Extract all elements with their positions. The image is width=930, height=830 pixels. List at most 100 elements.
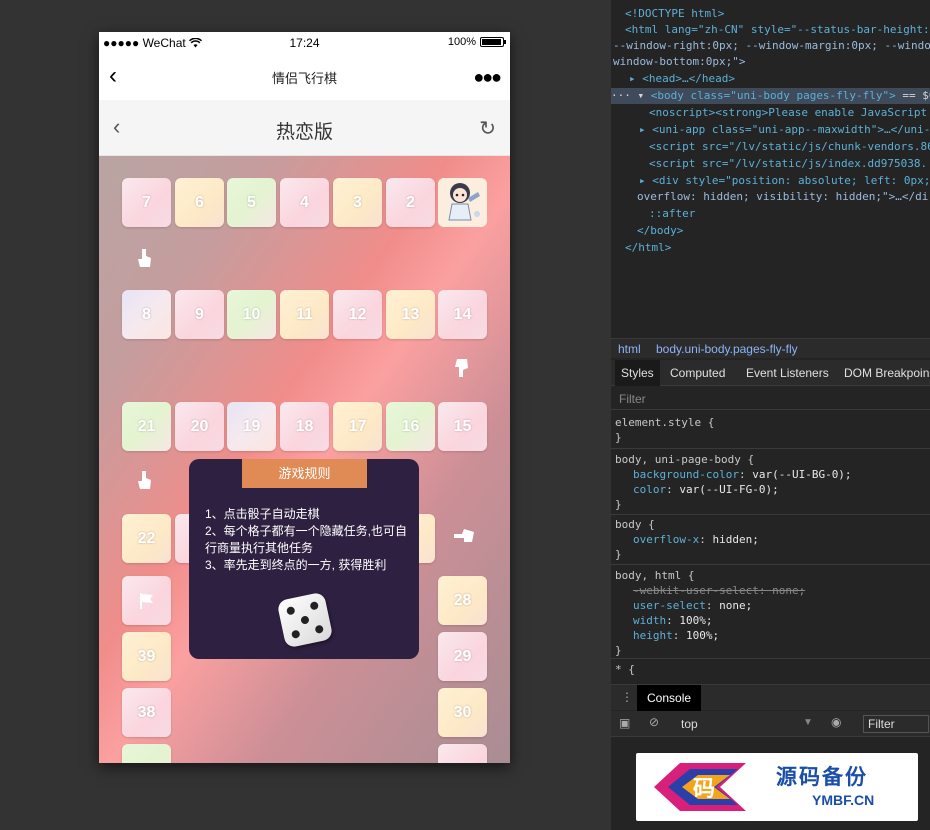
eye-icon[interactable]: ◉ bbox=[831, 715, 841, 729]
css-rule-selector: body { bbox=[615, 518, 655, 531]
css-rule-close: } bbox=[615, 498, 622, 511]
wechat-nav-bar: ‹ 情侣飞行棋 ●●● bbox=[99, 54, 510, 100]
dom-html-close[interactable]: </html> bbox=[625, 240, 671, 256]
path-arrow-icon bbox=[135, 469, 155, 489]
dom-body-close[interactable]: </body> bbox=[637, 223, 683, 239]
watermark-en-text: YMBF.CN bbox=[812, 792, 875, 808]
dom-script[interactable]: <script src="/lv/static/js/chunk-vendors… bbox=[649, 139, 930, 155]
board-cell: 28 bbox=[438, 576, 487, 625]
dom-html-open[interactable]: <html lang="zh-CN" style="--status-bar-h… bbox=[625, 22, 930, 38]
css-declaration[interactable]: height: 100%; bbox=[633, 628, 719, 643]
tab-computed[interactable]: Computed bbox=[670, 366, 725, 380]
wechat-more-icon[interactable]: ●●● bbox=[473, 68, 502, 86]
board-cell: 39 bbox=[122, 632, 171, 681]
refresh-icon[interactable]: ↻ bbox=[479, 116, 496, 141]
board-cell: 16 bbox=[386, 402, 435, 451]
rules-card: 游戏规则 1、点击骰子自动走棋 2、每个格子都有一个隐藏任务,也可自行商量执行其… bbox=[189, 459, 419, 659]
board-cell bbox=[122, 744, 171, 763]
clear-console-icon[interactable]: ⊘ bbox=[649, 715, 659, 729]
css-rule-close: } bbox=[615, 431, 622, 444]
watermark-logo-char: 码 bbox=[693, 777, 715, 802]
battery-percent: 100% bbox=[447, 36, 476, 48]
dom-html-attr: window-bottom:0px;"> bbox=[613, 55, 746, 68]
chevron-down-icon[interactable]: ▼ bbox=[803, 717, 813, 728]
chibi-character-icon bbox=[448, 183, 480, 221]
dom-doctype[interactable]: <!DOCTYPE html> bbox=[625, 6, 724, 22]
board-cell: 15 bbox=[438, 402, 487, 451]
rule-divider bbox=[611, 448, 930, 449]
board-cell: 4 bbox=[280, 178, 329, 227]
rules-text: 1、点击骰子自动走棋 2、每个格子都有一个隐藏任务,也可自行商量执行其他任务 3… bbox=[205, 506, 410, 574]
css-rule-selector: body, uni-page-body { bbox=[615, 453, 755, 466]
board-cell: 38 bbox=[122, 688, 171, 737]
dom-after[interactable]: ::after bbox=[649, 206, 695, 222]
css-rule-selector: * { bbox=[615, 663, 635, 676]
rule-divider bbox=[611, 564, 930, 565]
status-bar: ●●●●● WeChat 17:24 100% bbox=[99, 32, 510, 54]
console-filter-input[interactable]: Filter bbox=[863, 715, 929, 733]
board-cell: 7 bbox=[122, 178, 171, 227]
board-cell: 17 bbox=[333, 402, 382, 451]
tab-styles[interactable]: Styles bbox=[615, 360, 660, 386]
tab-event-listeners[interactable]: Event Listeners bbox=[746, 366, 829, 380]
rule-divider bbox=[611, 658, 930, 659]
console-toolbar: ▣ ⊘ top ▼ ◉ Filter bbox=[611, 711, 930, 737]
path-arrow-icon bbox=[452, 526, 476, 546]
css-declaration[interactable]: user-select: none; bbox=[633, 598, 752, 613]
css-rule-selector: element.style { bbox=[615, 416, 715, 429]
styles-tabbar: Styles Computed Event Listeners DOM Brea… bbox=[611, 360, 930, 386]
path-arrow-icon bbox=[452, 357, 472, 377]
css-declaration-overridden[interactable]: -webkit-user-select: none; bbox=[633, 583, 805, 598]
dom-div[interactable]: ▸ <div style="position: absolute; left: … bbox=[639, 173, 930, 189]
devtools-panel: <!DOCTYPE html> <html lang="zh-CN" style… bbox=[611, 0, 930, 830]
board-cell: 9 bbox=[175, 290, 224, 339]
css-rule-selector: body, html { bbox=[615, 569, 695, 582]
board-cell bbox=[438, 744, 487, 763]
board-cell: 19 bbox=[227, 402, 276, 451]
rule-line: 1、点击骰子自动走棋 bbox=[205, 507, 320, 521]
dice-button[interactable] bbox=[276, 591, 334, 649]
wechat-title: 情侣飞行棋 bbox=[271, 71, 337, 86]
flag-icon bbox=[139, 592, 153, 609]
css-rule-close: } bbox=[615, 644, 622, 657]
board-cell: 3 bbox=[333, 178, 382, 227]
dom-tree: <!DOCTYPE html> <html lang="zh-CN" style… bbox=[611, 0, 930, 336]
css-declaration[interactable]: color: var(--UI-FG-0); bbox=[633, 482, 779, 497]
context-selector[interactable]: top bbox=[681, 717, 698, 731]
css-declaration[interactable]: background-color: var(--UI-BG-0); bbox=[633, 467, 852, 482]
board-cell: 30 bbox=[438, 688, 487, 737]
css-declaration[interactable]: width: 100%; bbox=[633, 613, 713, 628]
drawer-menu-icon[interactable]: ⋮ bbox=[621, 690, 633, 704]
board-cell: 6 bbox=[175, 178, 224, 227]
watermark-cn-text: 源码备份 bbox=[776, 766, 868, 789]
board-cell: 10 bbox=[227, 290, 276, 339]
tab-dom-breakpoints[interactable]: DOM Breakpoin bbox=[844, 366, 929, 380]
finish-flag-cell bbox=[122, 576, 171, 625]
board-cell: 22 bbox=[122, 514, 171, 563]
tab-console[interactable]: Console bbox=[637, 685, 702, 711]
rule-line: 2、每个格子都有一个隐藏任务,也可自行商量执行其他任务 bbox=[205, 524, 408, 555]
sidebar-toggle-icon[interactable]: ▣ bbox=[619, 716, 630, 730]
breadcrumb-html[interactable]: html bbox=[618, 342, 641, 356]
watermark-logo: 码 bbox=[654, 763, 746, 811]
dom-head[interactable]: ▸ <head>…</head> bbox=[629, 71, 735, 87]
board-cell: 8 bbox=[122, 290, 171, 339]
board-cell: 2 bbox=[386, 178, 435, 227]
rule-line: 3、率先走到终点的一方, 获得胜利 bbox=[205, 558, 387, 572]
dom-noscript[interactable]: <noscript><strong>Please enable JavaScri… bbox=[649, 105, 927, 121]
page-title: 热恋版 bbox=[275, 122, 333, 143]
battery-icon bbox=[480, 37, 506, 47]
styles-filter-input[interactable]: Filter bbox=[611, 388, 930, 410]
css-declaration[interactable]: overflow-x: hidden; bbox=[633, 532, 759, 547]
dom-script[interactable]: <script src="/lv/static/js/index.dd97503… bbox=[649, 156, 927, 172]
board-cell: 12 bbox=[333, 290, 382, 339]
rules-title: 游戏规则 bbox=[242, 459, 367, 488]
dom-uni-app[interactable]: ▸ <uni-app class="uni-app--maxwidth">…</… bbox=[639, 122, 930, 138]
page-header: ‹ 热恋版 ↻ bbox=[99, 100, 510, 156]
dom-body-selected[interactable]: ··· ▾ <body class="uni-body pages-fly-fl… bbox=[611, 88, 930, 104]
board-cell: 20 bbox=[175, 402, 224, 451]
watermark-banner: 码 源码备份 YMBF.CN bbox=[636, 753, 918, 821]
board-cell: 21 bbox=[122, 402, 171, 451]
dom-div-attr: overflow: hidden; visibility: hidden;">…… bbox=[637, 190, 929, 203]
breadcrumb-body[interactable]: body.uni-body.pages-fly-fly bbox=[656, 342, 798, 356]
